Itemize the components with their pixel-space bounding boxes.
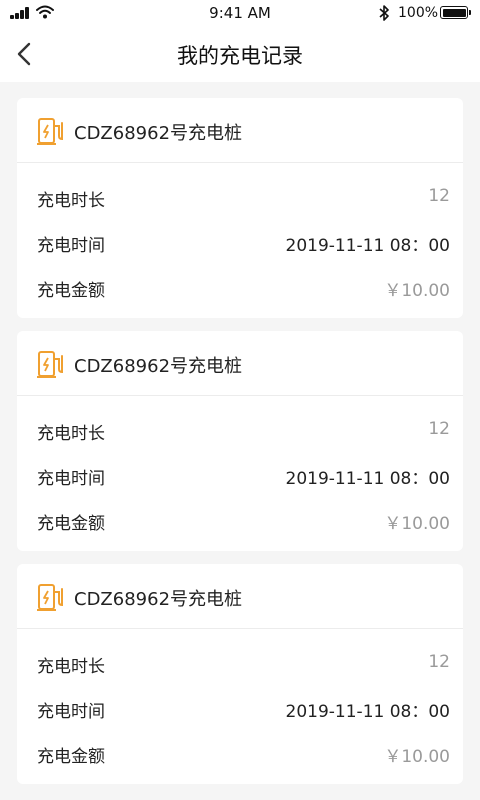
time-row: 充电时间 2019-11-11 08：00 [17, 231, 463, 256]
amount-value: ￥10.00 [384, 514, 450, 534]
page-title: 我的充电记录 [177, 44, 303, 68]
duration-row: 充电时长 12 [17, 419, 463, 444]
pile-name: CDZ68962号充电桩 [74, 123, 243, 144]
nav-bar: 我的充电记录 [0, 26, 480, 82]
amount-label: 充电金额 [37, 514, 105, 534]
duration-label: 充电时长 [37, 424, 105, 444]
record-card-header: CDZ68962号充电桩 [17, 98, 463, 163]
time-row: 充电时间 2019-11-11 08：00 [17, 697, 463, 722]
record-card[interactable]: CDZ68962号充电桩 充电时长 12 充电时间 2019-11-11 08：… [17, 331, 463, 551]
duration-row: 充电时长 12 [17, 652, 463, 677]
duration-label: 充电时长 [37, 191, 105, 211]
time-label: 充电时间 [37, 469, 105, 489]
battery-icon [440, 6, 471, 19]
duration-value: 12 [428, 419, 450, 439]
duration-label: 充电时长 [37, 657, 105, 677]
bluetooth-icon [379, 5, 389, 21]
amount-row: 充电金额 ￥10.00 [17, 509, 463, 534]
time-row: 充电时间 2019-11-11 08：00 [17, 464, 463, 489]
time-value: 2019-11-11 08：00 [285, 236, 450, 256]
time-label: 充电时间 [37, 702, 105, 722]
amount-label: 充电金额 [37, 281, 105, 301]
amount-value: ￥10.00 [384, 281, 450, 301]
charging-pile-icon [37, 118, 63, 145]
charging-pile-icon [37, 584, 63, 611]
pile-name: CDZ68962号充电桩 [74, 356, 243, 377]
duration-value: 12 [428, 652, 450, 672]
charging-pile-icon [37, 351, 63, 378]
amount-row: 充电金额 ￥10.00 [17, 742, 463, 767]
time-value: 2019-11-11 08：00 [285, 702, 450, 722]
time-label: 充电时间 [37, 236, 105, 256]
status-bar: 9:41 AM 100% [0, 0, 480, 26]
amount-row: 充电金额 ￥10.00 [17, 276, 463, 301]
amount-value: ￥10.00 [384, 747, 450, 767]
record-card-header: CDZ68962号充电桩 [17, 331, 463, 396]
record-card[interactable]: CDZ68962号充电桩 充电时长 12 充电时间 2019-11-11 08：… [17, 98, 463, 318]
battery-percent: 100% [398, 5, 439, 21]
duration-row: 充电时长 12 [17, 186, 463, 211]
duration-value: 12 [428, 186, 450, 206]
record-card[interactable]: CDZ68962号充电桩 充电时长 12 充电时间 2019-11-11 08：… [17, 564, 463, 784]
record-card-header: CDZ68962号充电桩 [17, 564, 463, 629]
pile-name: CDZ68962号充电桩 [74, 589, 243, 610]
time-value: 2019-11-11 08：00 [285, 469, 450, 489]
amount-label: 充电金额 [37, 747, 105, 767]
